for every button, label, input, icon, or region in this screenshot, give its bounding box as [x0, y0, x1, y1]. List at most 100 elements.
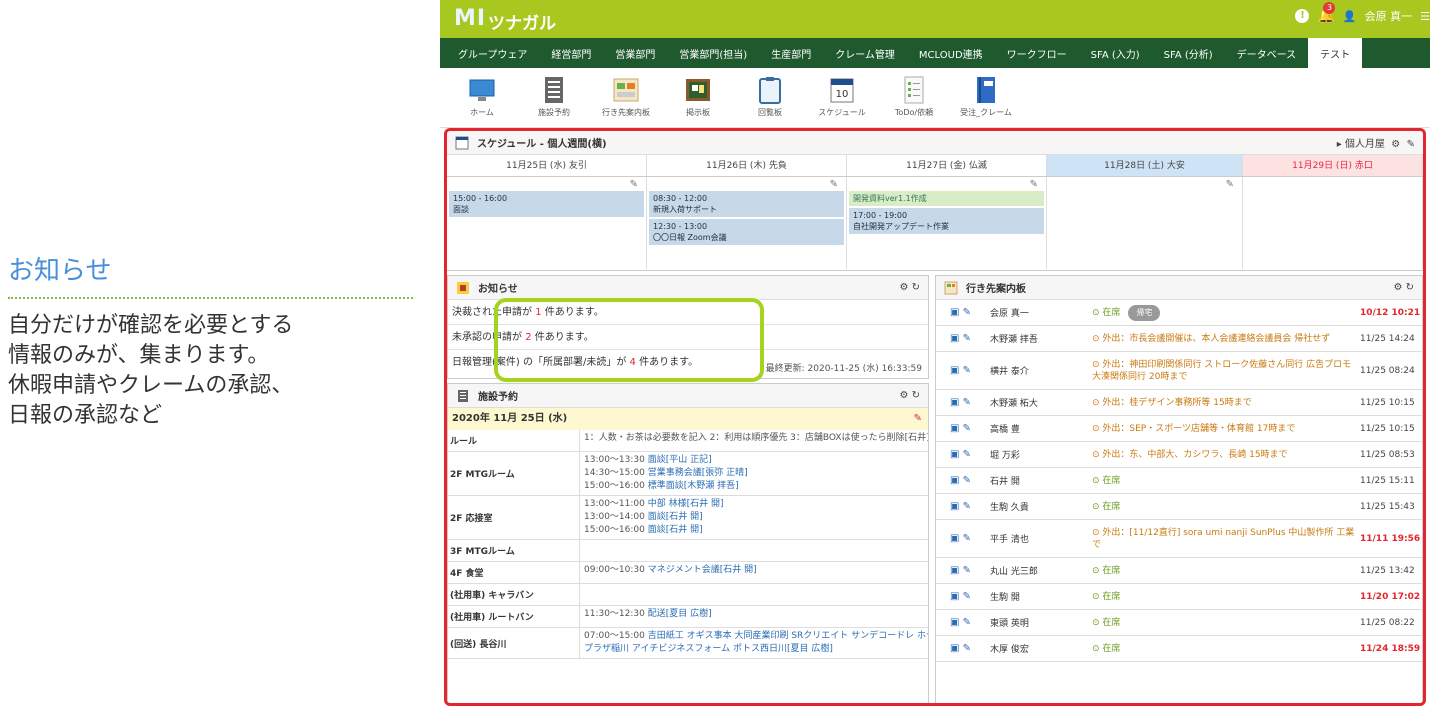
day-label[interactable]: 11月28日 (土) 大安 [1047, 155, 1243, 176]
edit-icon[interactable]: ✎ [963, 449, 971, 460]
gear-icon[interactable]: ⚙ [1393, 282, 1402, 293]
nav-test[interactable]: テスト [1308, 38, 1363, 68]
nav-mcloud[interactable]: MCLOUD連携 [907, 38, 995, 68]
person-name[interactable]: 東頭 英明 [990, 616, 1092, 629]
nav-sales[interactable]: 営業部門 [603, 38, 667, 68]
edit-icon[interactable]: ✎ [630, 179, 638, 190]
reservation[interactable]: 07:00～15:00 吉田紙工 オギス事本 大同産業印刷 SRクリエイト サン… [584, 630, 928, 643]
nav-workflow[interactable]: ワークフロー [995, 38, 1079, 68]
edit-icon[interactable]: ✎ [963, 475, 971, 486]
calendar-icon[interactable]: ▣ [950, 423, 959, 434]
person-name[interactable]: 高橋 豊 [990, 422, 1092, 435]
calendar-icon[interactable]: ▣ [950, 333, 959, 344]
tool-schedule[interactable]: 10 スケジュール [808, 68, 876, 127]
edit-icon[interactable]: ✎ [914, 408, 922, 430]
tool-orders-claims[interactable]: 受注_クレーム [952, 68, 1020, 127]
person-name[interactable]: 生駒 開 [990, 590, 1092, 603]
edit-icon[interactable]: ✎ [963, 423, 971, 434]
facility-name[interactable]: (回送) 長谷川 [448, 628, 580, 658]
monthly-link[interactable]: ▸ 個人月屋 [1337, 139, 1385, 150]
facility-name[interactable]: 4F 食堂 [448, 562, 580, 583]
facility-name[interactable]: (社用車) ルートバン [448, 606, 580, 627]
schedule-event[interactable]: 開発資料ver1.1作成 [849, 191, 1044, 206]
status-badge[interactable]: 帰宅 [1128, 304, 1161, 321]
edit-icon[interactable]: ✎ [963, 307, 971, 318]
menu-icon[interactable]: ☰ [1420, 10, 1430, 23]
day-label[interactable]: 11月26日 (木) 先負 [647, 155, 847, 176]
nav-management[interactable]: 経営部門 [539, 38, 603, 68]
user-icon[interactable]: 👤 [1343, 10, 1357, 23]
tool-home[interactable]: ホーム [448, 68, 516, 127]
person-name[interactable]: 丸山 光三郎 [990, 564, 1092, 577]
facility-name[interactable]: 2F MTGルーム [448, 452, 580, 495]
person-name[interactable]: 横井 泰介 [990, 364, 1092, 377]
reservation[interactable]: 15:00～16:00 面談[石井 開] [584, 524, 924, 537]
calendar-icon[interactable]: ▣ [950, 397, 959, 408]
reservation[interactable]: 15:00～16:00 標準面談[木野瀬 拝吾] [584, 480, 924, 493]
facility-name[interactable]: ルール [448, 430, 580, 451]
user-name[interactable]: 会原 真一 [1365, 8, 1413, 24]
edit-icon[interactable]: ✎ [963, 365, 971, 376]
notice-item[interactable]: 決裁された申請が 1 件あります。 [448, 300, 928, 325]
edit-icon[interactable]: ✎ [963, 397, 971, 408]
edit-icon[interactable]: ✎ [1030, 179, 1038, 190]
person-name[interactable]: 平手 清也 [990, 532, 1092, 545]
day-column[interactable]: ✎ 15:00 - 16:00 面談 [447, 177, 647, 269]
calendar-icon[interactable]: ▣ [950, 533, 959, 544]
facility-name[interactable]: 2F 応接室 [448, 496, 580, 539]
reservation[interactable]: 14:30～15:00 営業事務会議[張弥 正晴] [584, 467, 924, 480]
schedule-event[interactable]: 15:00 - 16:00 面談 [449, 191, 644, 217]
edit-icon[interactable]: ✎ [963, 591, 971, 602]
edit-icon[interactable]: ✎ [963, 533, 971, 544]
calendar-icon[interactable]: ▣ [950, 591, 959, 602]
calendar-icon[interactable]: ▣ [950, 643, 959, 654]
edit-icon[interactable]: ✎ [963, 565, 971, 576]
tool-facility[interactable]: 施設予約 [520, 68, 588, 127]
person-name[interactable]: 石井 開 [990, 474, 1092, 487]
schedule-event[interactable]: 17:00 - 19:00 自社開発アップデート作業 [849, 208, 1044, 234]
reservation[interactable]: 13:00～11:00 中部 林様[石井 開] [584, 498, 924, 511]
schedule-event[interactable]: 08:30 - 12:00 新規入荷サポート [649, 191, 844, 217]
nav-claims[interactable]: クレーム管理 [823, 38, 907, 68]
refresh-icon[interactable]: ↻ [912, 390, 920, 401]
refresh-icon[interactable]: ↻ [912, 282, 920, 293]
nav-sfa-analysis[interactable]: SFA (分析) [1152, 38, 1225, 68]
facility-name[interactable]: 3F MTGルーム [448, 540, 580, 561]
calendar-icon[interactable]: ▣ [950, 307, 959, 318]
edit-icon[interactable]: ✎ [963, 501, 971, 512]
day-column[interactable]: ✎ 開発資料ver1.1作成 17:00 - 19:00 自社開発アップデート作業 [847, 177, 1047, 269]
reservation[interactable]: 13:00～13:30 面談[平山 正記] [584, 454, 924, 467]
logo-mark[interactable]: MI [454, 6, 486, 31]
person-name[interactable]: 木野瀬 拝吾 [990, 332, 1092, 345]
tool-destination[interactable]: 行き先案内板 [592, 68, 660, 127]
tool-circular[interactable]: 回覧板 [736, 68, 804, 127]
tool-todo[interactable]: ToDo/依頼 [880, 68, 948, 127]
gear-icon[interactable]: ⚙ [1388, 139, 1403, 150]
edit-icon[interactable]: ✎ [963, 333, 971, 344]
calendar-icon[interactable]: ▣ [950, 565, 959, 576]
person-name[interactable]: 生駒 久貴 [990, 500, 1092, 513]
nav-database[interactable]: データベース [1225, 38, 1309, 68]
day-label[interactable]: 11月27日 (金) 仏滅 [847, 155, 1047, 176]
nav-production[interactable]: 生産部門 [759, 38, 823, 68]
refresh-icon[interactable]: ↻ [1406, 282, 1414, 293]
edit-icon[interactable]: ✎ [1407, 139, 1415, 150]
edit-icon[interactable]: ✎ [830, 179, 838, 190]
nav-sfa-input[interactable]: SFA (入力) [1079, 38, 1152, 68]
day-label[interactable]: 11月25日 (水) 友引 [447, 155, 647, 176]
edit-icon[interactable]: ✎ [1226, 179, 1234, 190]
calendar-icon[interactable]: ▣ [950, 365, 959, 376]
day-column[interactable] [1243, 177, 1423, 269]
logo-name[interactable]: ツナガル [488, 9, 556, 34]
person-name[interactable]: 堀 万彩 [990, 448, 1092, 461]
nav-groupware[interactable]: グループウェア [446, 38, 539, 68]
person-name[interactable]: 木厚 俊宏 [990, 642, 1092, 655]
gear-icon[interactable]: ⚙ [899, 282, 908, 293]
edit-icon[interactable]: ✎ [963, 643, 971, 654]
gear-icon[interactable]: ⚙ [899, 390, 908, 401]
bell-icon[interactable]: 🔔 3 [1317, 2, 1336, 24]
reservation[interactable]: 13:00～14:00 面談[石井 開] [584, 511, 924, 524]
edit-icon[interactable]: ✎ [963, 617, 971, 628]
info-icon[interactable]: ! [1295, 9, 1310, 23]
facility-name[interactable]: (社用車) キャラバン [448, 584, 580, 605]
